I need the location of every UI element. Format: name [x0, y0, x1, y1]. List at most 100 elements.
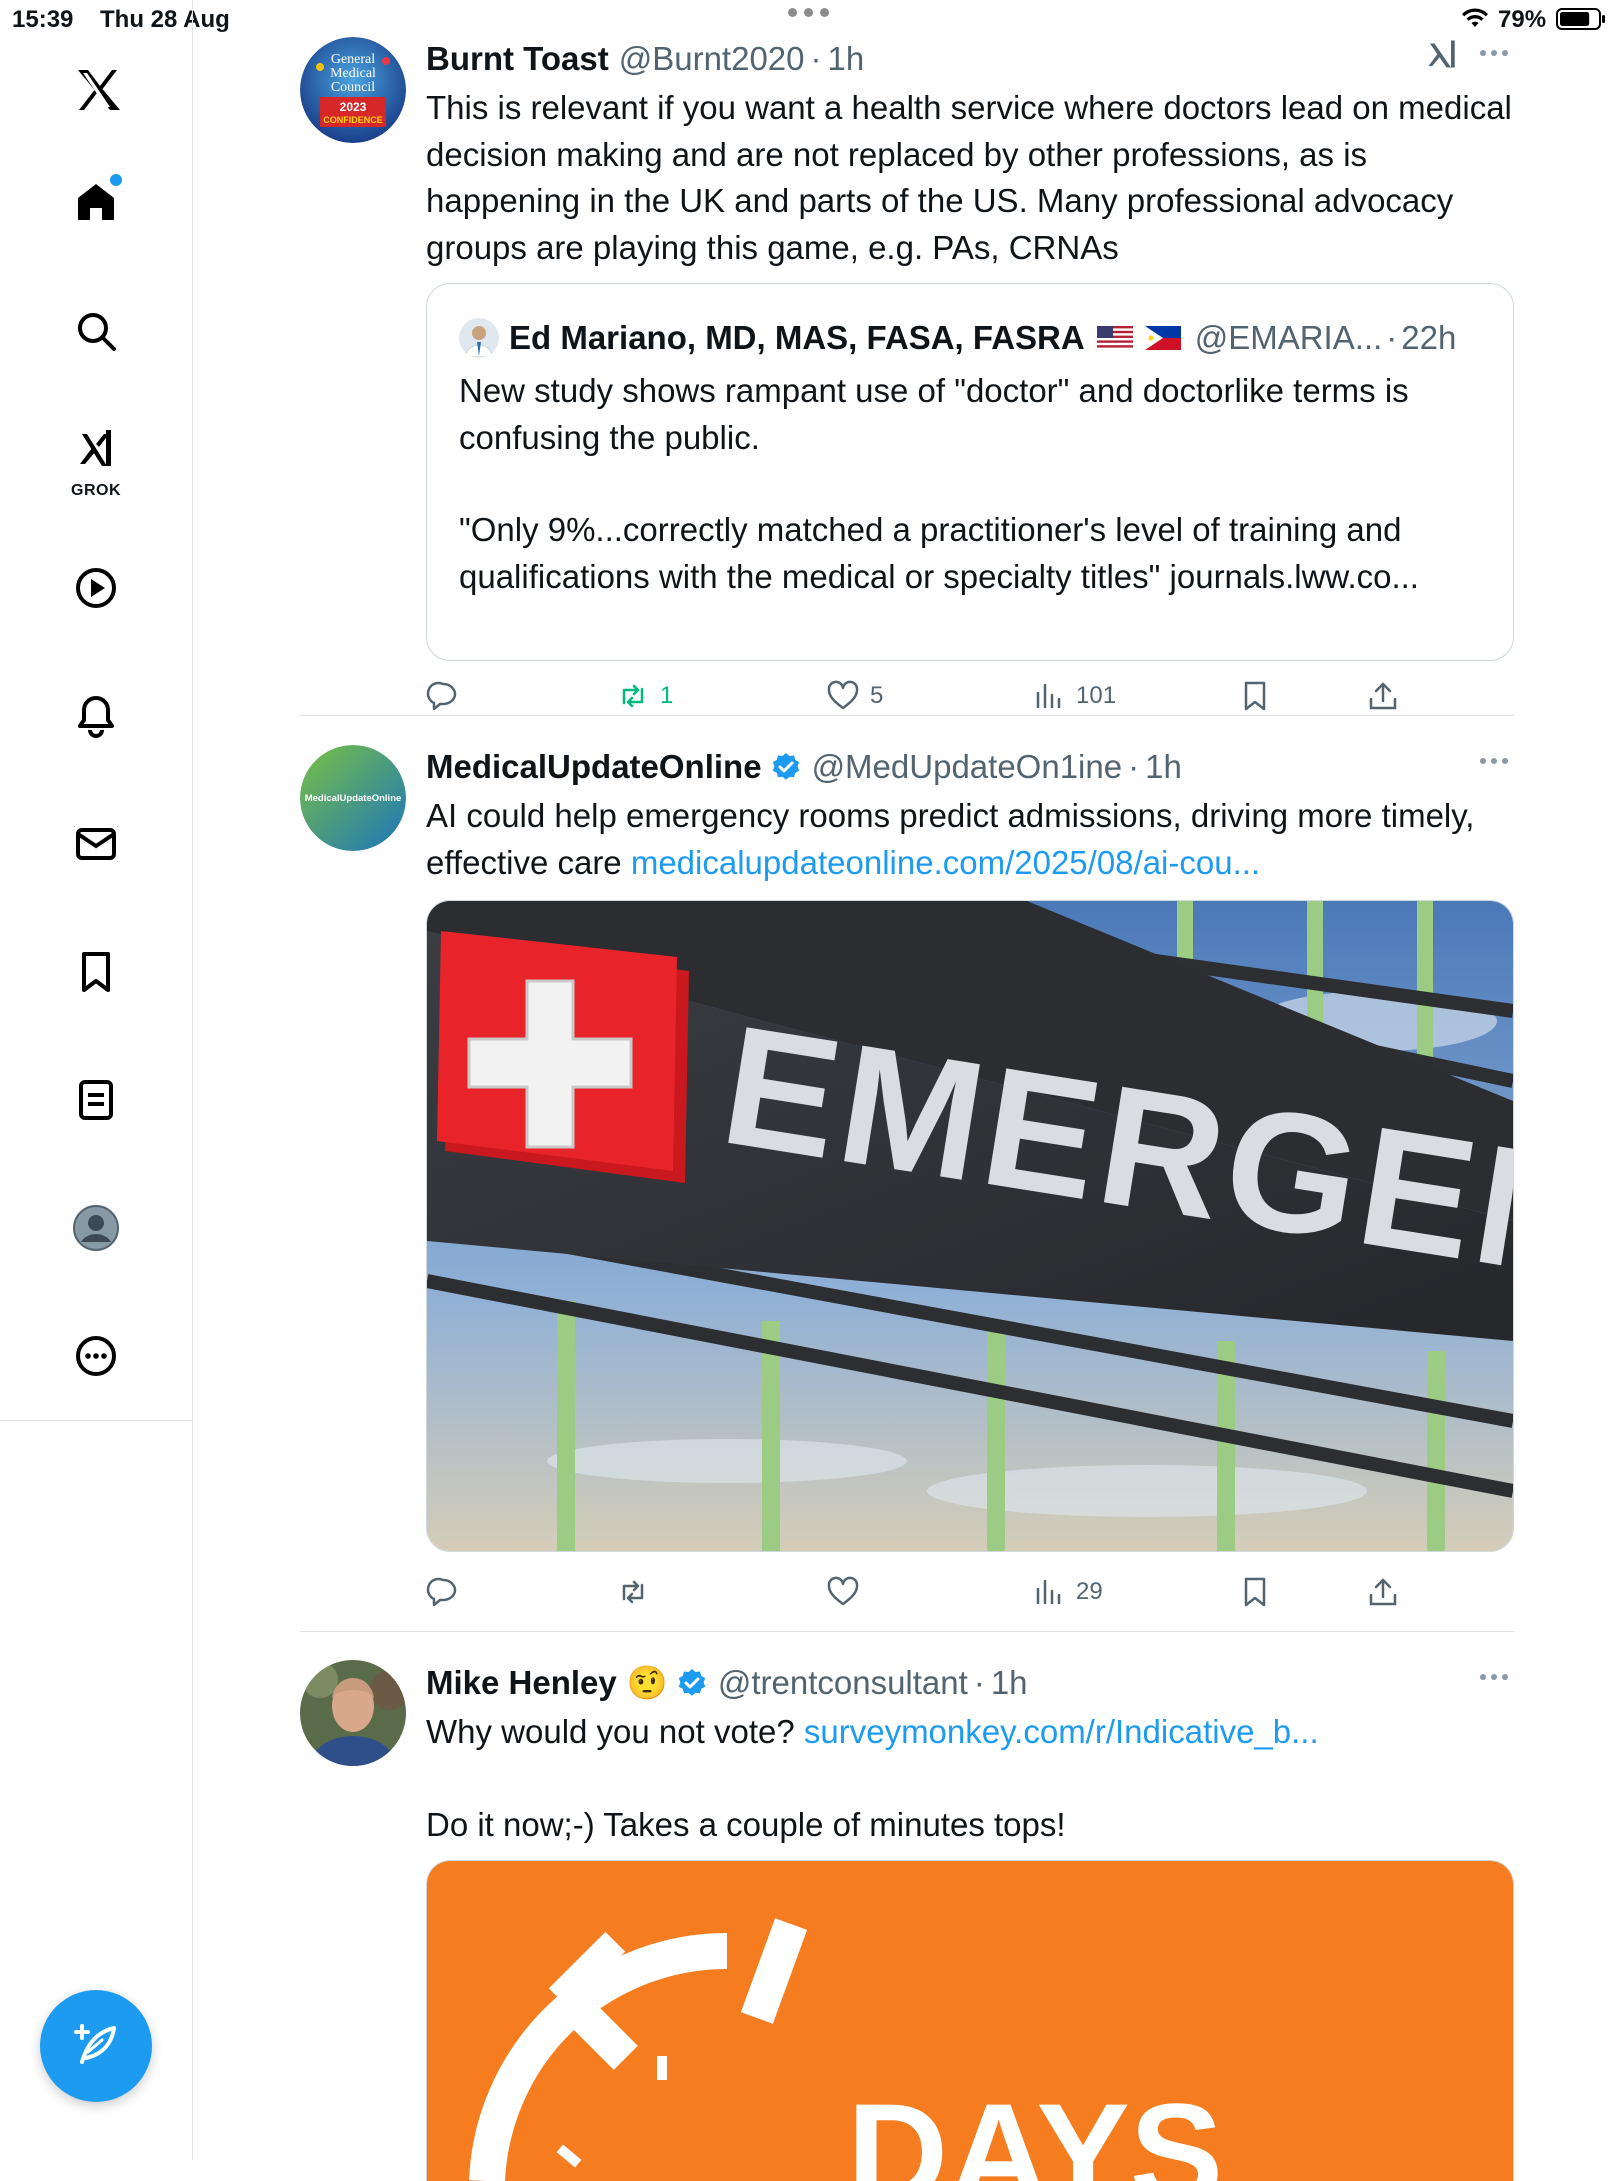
views-button[interactable]: 101 — [1032, 666, 1116, 726]
views-button[interactable]: 29 — [1032, 1562, 1103, 1622]
share-button[interactable] — [1366, 666, 1400, 726]
avatar-medicalupdateonline[interactable]: MedicalUpdateOnline — [300, 745, 406, 851]
avatar-text-3: Council — [331, 80, 375, 95]
author-handle[interactable]: @Burnt2020 — [619, 40, 805, 78]
tweet-text-line-2: Do it now;-) Takes a couple of minutes t… — [426, 1805, 1066, 1843]
reply-button[interactable] — [426, 1562, 470, 1622]
tweet-text-line-1: Why would you not vote? — [426, 1713, 804, 1750]
tweet-time[interactable]: 1h — [1145, 748, 1182, 786]
home-icon[interactable] — [46, 162, 146, 242]
avatar-burnt-toast[interactable]: General Medical Council 2023 CONFIDENCE — [300, 37, 406, 143]
bookmark-icon — [1244, 1577, 1266, 1607]
heart-icon — [827, 1576, 859, 1606]
tweet-time[interactable]: 1h — [828, 40, 865, 78]
author-handle[interactable]: @trentconsultant — [718, 1664, 968, 1702]
sidebar-divider — [0, 1420, 192, 1421]
tweet-text: AI could help emergency rooms predict ad… — [426, 793, 1514, 886]
like-button[interactable] — [826, 1562, 870, 1622]
avatar-mike-henley[interactable] — [300, 1660, 406, 1766]
views-icon — [1036, 1579, 1061, 1605]
quote-author-name: Ed Mariano, MD, MAS, FASA, FASRA — [509, 319, 1085, 356]
battery-icon — [1556, 8, 1605, 30]
quote-text-paragraph-1: New study shows rampant use of "doctor" … — [459, 372, 1409, 456]
separator-dot: · — [973, 1664, 985, 1701]
video-icon[interactable] — [46, 548, 146, 628]
avatar-text-5: CONFIDENCE — [323, 115, 383, 125]
like-count: 5 — [870, 682, 884, 709]
bookmarks-icon[interactable] — [46, 932, 146, 1012]
author-name[interactable]: Burnt Toast — [426, 40, 609, 78]
view-count: 29 — [1076, 1578, 1103, 1605]
tweet-header: Burnt Toast @Burnt2020 · 1h — [426, 34, 1514, 84]
quote-text: New study shows rampant use of "doctor" … — [459, 368, 1489, 600]
separator-dot: · — [1386, 319, 1398, 356]
author-emoji: 🤨 — [626, 1663, 668, 1701]
author-name[interactable]: Mike Henley — [426, 1664, 617, 1702]
quote-text-paragraph-2: "Only 9%...correctly matched a practitio… — [459, 511, 1419, 595]
grok-label: GROK — [71, 482, 121, 499]
share-icon — [1369, 1578, 1397, 1606]
verified-badge-icon — [678, 1669, 706, 1696]
wifi-icon — [1462, 8, 1488, 27]
bookmark-button[interactable] — [1238, 666, 1272, 726]
media-text: DAYS — [847, 2074, 1223, 2181]
repost-button[interactable]: 1 — [616, 666, 673, 726]
avatar-text-4: 2023 — [340, 100, 367, 114]
tweet-actions: 29 — [426, 1562, 1514, 1622]
quote-header: Ed Mariano, MD, MAS, FASA, FASRA @EMARIA… — [459, 314, 1456, 362]
tweet-text: Why would you not vote? surveymonkey.com… — [426, 1709, 1514, 1848]
repost-button[interactable] — [616, 1562, 660, 1622]
quote-avatar — [459, 318, 499, 358]
tweet-media-image[interactable]: EMERGENCY — [426, 900, 1514, 1552]
tweet-mike-henley[interactable]: Mike Henley 🤨 @trentconsultant · 1h Why … — [300, 1658, 1514, 2181]
view-count: 101 — [1076, 682, 1117, 709]
philippines-flag-icon — [1144, 326, 1181, 350]
tweet-actions: 1 5 101 — [426, 666, 1514, 726]
tweet-medicalupdateonline[interactable]: MedicalUpdateOnline MedicalUpdateOnline … — [300, 742, 1514, 1607]
battery-percent: 79% — [1498, 6, 1547, 33]
us-flag-icon — [1096, 326, 1133, 350]
lists-icon[interactable] — [46, 1060, 146, 1140]
tweet-media-image[interactable]: DAYS — [426, 1860, 1514, 2181]
author-name[interactable]: MedicalUpdateOnline — [426, 748, 762, 786]
quote-author-handle: @EMARIA... — [1194, 319, 1383, 356]
bookmark-button[interactable] — [1238, 1562, 1272, 1622]
countdown-image: DAYS — [427, 1861, 1513, 2181]
tweet-link[interactable]: medicalupdateonline.com/2025/08/ai-cou..… — [631, 844, 1260, 881]
compose-button[interactable] — [40, 1990, 152, 2102]
repost-icon — [622, 684, 644, 708]
tweet-time[interactable]: 1h — [991, 1664, 1028, 1702]
profile-avatar-icon[interactable] — [46, 1188, 146, 1268]
grok-icon[interactable]: GROK — [46, 418, 146, 499]
repost-icon — [622, 1580, 644, 1604]
share-button[interactable] — [1366, 1562, 1400, 1622]
avatar-text: MedicalUpdateOnline — [305, 793, 402, 804]
reply-icon — [426, 1577, 457, 1607]
x-logo-icon[interactable] — [46, 50, 146, 130]
separator-dot: · — [810, 40, 822, 77]
multitask-dots-icon[interactable] — [788, 8, 829, 17]
like-button[interactable]: 5 — [826, 666, 883, 726]
notifications-icon[interactable] — [46, 676, 146, 756]
reply-button[interactable] — [426, 666, 470, 726]
more-icon[interactable] — [1474, 38, 1514, 68]
quoted-tweet[interactable]: Ed Mariano, MD, MAS, FASA, FASRA @EMARIA… — [426, 283, 1514, 661]
verified-badge-icon — [772, 753, 799, 780]
tweet-link[interactable]: surveymonkey.com/r/Indicative_b... — [804, 1713, 1319, 1750]
more-options-icon[interactable] — [46, 1316, 146, 1396]
more-icon[interactable] — [1474, 1662, 1514, 1692]
views-icon — [1036, 683, 1061, 709]
reply-icon — [426, 681, 457, 711]
tweet-burnt-toast[interactable]: General Medical Council 2023 CONFIDENCE … — [300, 34, 1514, 711]
more-icon[interactable] — [1474, 746, 1514, 776]
tweet-text: This is relevant if you want a health se… — [426, 89, 1512, 266]
heart-icon — [827, 680, 859, 710]
share-icon — [1369, 682, 1397, 710]
search-icon[interactable] — [46, 291, 146, 371]
compose-feather-icon — [74, 2024, 116, 2064]
author-handle[interactable]: @MedUpdateOn1ine — [812, 748, 1123, 786]
separator-dot: · — [1128, 748, 1140, 785]
messages-icon[interactable] — [46, 804, 146, 884]
quote-time: 22h — [1401, 319, 1457, 356]
avatar-text-1: General — [331, 52, 375, 67]
